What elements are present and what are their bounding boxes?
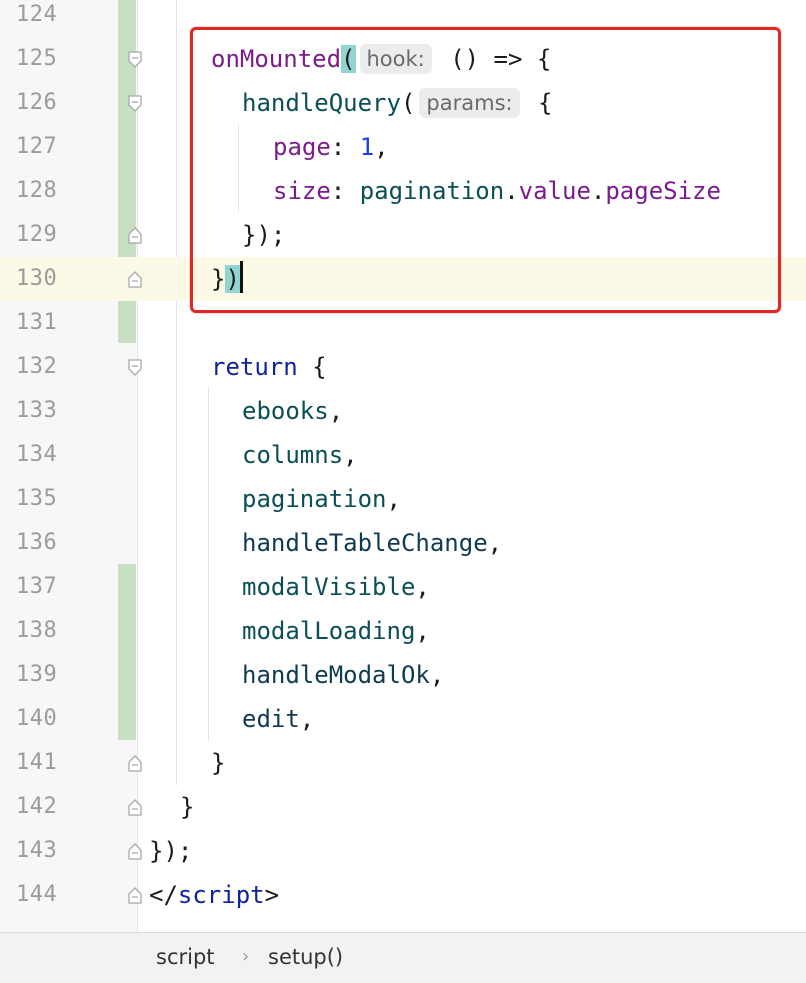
code-text: modalVisible, xyxy=(242,573,430,601)
fold-close-icon[interactable] xyxy=(127,886,143,904)
line-number: 131 xyxy=(16,310,58,335)
code-line[interactable]: 144 </script> xyxy=(0,873,806,917)
line-number: 132 xyxy=(16,354,58,379)
annotation-highlight-box xyxy=(190,27,781,313)
code-line[interactable]: 136 handleTableChange, xyxy=(0,521,806,565)
breadcrumb-item-script[interactable]: script xyxy=(156,933,215,981)
fold-close-icon[interactable] xyxy=(127,798,143,816)
code-text: columns, xyxy=(242,441,358,469)
code-line[interactable]: 135 pagination, xyxy=(0,477,806,521)
line-number: 130 xyxy=(16,266,58,291)
fold-close-icon[interactable] xyxy=(127,754,143,772)
line-number: 127 xyxy=(16,134,58,159)
code-line[interactable]: 137 modalVisible, xyxy=(0,565,806,609)
code-line[interactable]: 143 }); xyxy=(0,829,806,873)
fold-close-icon[interactable] xyxy=(127,226,143,244)
code-line[interactable]: 133 ebooks, xyxy=(0,389,806,433)
code-text: edit, xyxy=(242,705,315,733)
line-number: 142 xyxy=(16,794,58,819)
line-number: 128 xyxy=(16,178,58,203)
line-number: 144 xyxy=(16,882,58,907)
fold-close-icon[interactable] xyxy=(127,842,143,860)
code-text: } xyxy=(211,749,226,777)
code-line[interactable]: 138 modalLoading, xyxy=(0,609,806,653)
line-number: 134 xyxy=(16,442,58,467)
code-text: return { xyxy=(211,353,327,381)
line-number: 140 xyxy=(16,706,58,731)
code-text: modalLoading, xyxy=(242,617,430,645)
line-number: 136 xyxy=(16,530,58,555)
code-text: } xyxy=(180,793,195,821)
line-number: 141 xyxy=(16,750,58,775)
code-line[interactable]: 139 handleModalOk, xyxy=(0,653,806,697)
line-number: 124 xyxy=(16,2,58,27)
code-text: pagination, xyxy=(242,485,401,513)
breadcrumb: script › setup() xyxy=(0,932,806,983)
code-line[interactable]: 141 } xyxy=(0,741,806,785)
fold-close-icon[interactable] xyxy=(127,270,143,288)
code-text: </script> xyxy=(149,881,280,909)
code-editor[interactable]: 124 125 onMounted(hook: () => { 126 hand… xyxy=(0,0,806,932)
code-line[interactable]: 134 columns, xyxy=(0,433,806,477)
line-number: 125 xyxy=(16,46,58,71)
line-number: 129 xyxy=(16,222,58,247)
breadcrumb-separator-icon: › xyxy=(242,946,250,967)
fold-open-icon[interactable] xyxy=(127,95,143,113)
line-number: 143 xyxy=(16,838,58,863)
code-text: handleModalOk, xyxy=(242,661,445,689)
code-text: ebooks, xyxy=(242,397,344,425)
line-number: 139 xyxy=(16,662,58,687)
code-text: }); xyxy=(149,837,193,865)
line-number: 135 xyxy=(16,486,58,511)
code-line[interactable]: 140 edit, xyxy=(0,697,806,741)
fold-open-icon[interactable] xyxy=(127,51,143,69)
fold-open-icon[interactable] xyxy=(127,359,143,377)
line-number: 138 xyxy=(16,618,58,643)
line-number: 137 xyxy=(16,574,58,599)
code-line[interactable]: 142 } xyxy=(0,785,806,829)
code-line[interactable]: 132 return { xyxy=(0,345,806,389)
breadcrumb-item-setup[interactable]: setup() xyxy=(268,933,343,981)
code-text: handleTableChange, xyxy=(242,529,503,557)
line-number: 126 xyxy=(16,90,58,115)
line-number: 133 xyxy=(16,398,58,423)
